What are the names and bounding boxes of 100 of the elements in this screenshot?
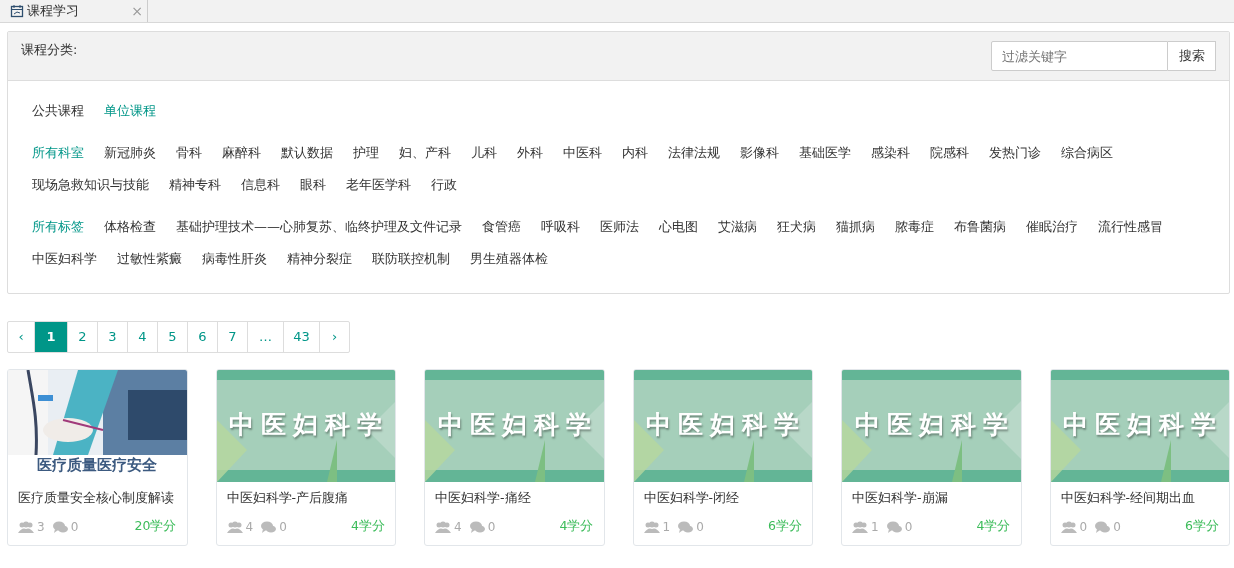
filter-link[interactable]: 儿科 xyxy=(471,137,497,169)
filter-link[interactable]: 现场急救知识与技能 xyxy=(32,169,149,201)
filter-link[interactable]: 呼吸科 xyxy=(541,211,580,243)
page-button[interactable]: 2 xyxy=(67,322,97,352)
users-icon xyxy=(226,520,243,533)
filter-link[interactable]: 麻醉科 xyxy=(222,137,261,169)
filter-link[interactable]: 食管癌 xyxy=(482,211,521,243)
filter-link[interactable]: 基础医学 xyxy=(799,137,851,169)
filter-link[interactable]: 脓毒症 xyxy=(895,211,934,243)
filter-link[interactable]: 狂犬病 xyxy=(777,211,816,243)
filter-link[interactable]: 精神分裂症 xyxy=(287,243,352,275)
filter-link[interactable]: 院感科 xyxy=(930,137,969,169)
filter-link[interactable]: 所有标签 xyxy=(32,211,84,243)
filter-link[interactable]: 联防联控机制 xyxy=(372,243,450,275)
filter-link[interactable]: 猫抓病 xyxy=(836,211,875,243)
page-button[interactable]: 4 xyxy=(127,322,157,352)
comments-icon xyxy=(469,520,485,533)
filter-link[interactable]: 病毒性肝炎 xyxy=(202,243,267,275)
page-button[interactable]: 5 xyxy=(157,322,187,352)
next-page-button[interactable]: › xyxy=(319,322,349,352)
page-button[interactable]: 1 xyxy=(34,322,67,352)
calendar-icon xyxy=(10,4,24,18)
search-button[interactable]: 搜索 xyxy=(1168,41,1216,71)
page-button[interactable]: 43 xyxy=(283,322,319,352)
users-icon xyxy=(852,520,868,533)
filter-link[interactable]: 基础护理技术——心肺复苏、临终护理及文件记录 xyxy=(176,211,462,243)
course-card[interactable]: 中医妇科学 中医妇科学-经间期出血 0 0 6学分 xyxy=(1049,369,1230,546)
comment-count: 0 xyxy=(904,519,913,534)
page-button[interactable]: … xyxy=(247,322,283,352)
course-card[interactable]: 中医妇科学 中医妇科学-闭经 1 0 6学分 xyxy=(632,369,813,546)
page-button[interactable]: 3 xyxy=(97,322,127,352)
course-credits: 6学分 xyxy=(1185,518,1219,535)
filter-link[interactable]: 男生殖器体检 xyxy=(470,243,548,275)
course-card[interactable]: 中医妇科学 中医妇科学-崩漏 1 0 4学分 xyxy=(841,369,1022,546)
comments-icon xyxy=(886,520,902,533)
users-icon xyxy=(1060,520,1077,533)
filter-link[interactable]: 老年医学科 xyxy=(346,169,411,201)
course-title: 中医妇科学-痛经 xyxy=(434,489,532,507)
page-button[interactable]: 7 xyxy=(217,322,247,352)
filter-link[interactable]: 外科 xyxy=(517,137,543,169)
filter-link[interactable]: 流行性感冒 xyxy=(1098,211,1163,243)
course-credits: 4学分 xyxy=(351,518,385,535)
users-icon xyxy=(18,520,34,533)
filter-link[interactable]: 信息科 xyxy=(241,169,280,201)
course-title: 中医妇科学-经间期出血 xyxy=(1059,489,1196,507)
course-card[interactable]: 中医妇科学 中医妇科学-产后腹痛 4 0 4学分 xyxy=(215,369,396,546)
comment-count: 0 xyxy=(70,519,79,534)
filter-link[interactable]: 所有科室 xyxy=(32,137,84,169)
filter-link[interactable]: 中医妇科学 xyxy=(32,243,97,275)
filter-link[interactable]: 眼科 xyxy=(300,169,326,201)
search-field[interactable]: 过滤关键字 xyxy=(991,41,1168,71)
comments-icon xyxy=(678,520,694,533)
learner-count: 1 xyxy=(871,519,879,534)
learner-count: 4 xyxy=(245,519,254,534)
page-button[interactable]: 6 xyxy=(187,322,217,352)
comments-icon xyxy=(1095,520,1111,533)
filter-link[interactable]: 中医科 xyxy=(563,137,602,169)
filter-link[interactable]: 单位课程 xyxy=(104,95,156,127)
course-title: 中医妇科学-崩漏 xyxy=(851,489,949,507)
comments-icon xyxy=(52,520,68,533)
filter-link[interactable]: 内科 xyxy=(622,137,648,169)
comment-count: 0 xyxy=(1113,519,1121,534)
filter-link[interactable]: 公共课程 xyxy=(32,95,84,127)
filter-link[interactable]: 精神专科 xyxy=(169,169,221,201)
filter-link[interactable]: 默认数据 xyxy=(281,137,333,169)
filter-link[interactable]: 催眠治疗 xyxy=(1026,211,1078,243)
filter-link[interactable]: 布鲁菌病 xyxy=(954,211,1006,243)
cover-caption: 医疗质量医疗安全 xyxy=(36,456,159,475)
comment-count: 0 xyxy=(279,519,287,534)
filter-link[interactable]: 医师法 xyxy=(600,211,639,243)
filter-link[interactable]: 新冠肺炎 xyxy=(104,137,156,169)
cover-caption: 中医妇科学 xyxy=(853,410,1015,440)
comment-count: 0 xyxy=(696,519,704,534)
users-icon xyxy=(435,520,451,533)
course-credits: 6学分 xyxy=(768,518,802,535)
filter-link[interactable]: 心电图 xyxy=(659,211,698,243)
course-title: 中医妇科学-闭经 xyxy=(642,489,740,507)
filter-link[interactable]: 法律法规 xyxy=(668,137,720,169)
filter-link[interactable]: 影像科 xyxy=(740,137,779,169)
filter-title: 课程分类: xyxy=(21,41,78,59)
course-title: 中医妇科学-产后腹痛 xyxy=(225,489,349,507)
cover-caption: 中医妇科学 xyxy=(645,410,807,440)
filter-link[interactable]: 妇、产科 xyxy=(399,137,451,169)
course-credits: 4学分 xyxy=(559,518,594,535)
filter-link[interactable]: 过敏性紫癜 xyxy=(117,243,182,275)
learner-count: 1 xyxy=(662,519,671,534)
filter-link[interactable]: 艾滋病 xyxy=(718,211,757,243)
filter-link[interactable]: 感染科 xyxy=(871,137,910,169)
filter-link[interactable]: 体格检查 xyxy=(104,211,156,243)
filter-link[interactable]: 骨科 xyxy=(176,137,202,169)
filter-link[interactable]: 发热门诊 xyxy=(989,137,1041,169)
course-card[interactable]: 医疗质量医疗安全 医疗质量安全核心制度解读 3 0 20学分 xyxy=(7,369,188,546)
previous-page-button[interactable]: ‹ xyxy=(8,322,34,352)
course-credits: 20学分 xyxy=(134,518,177,535)
cover-caption: 中医妇科学 xyxy=(228,410,390,440)
learner-count: 0 xyxy=(1079,519,1088,534)
filter-link[interactable]: 护理 xyxy=(353,137,379,169)
filter-link[interactable]: 行政 xyxy=(431,169,457,201)
course-card[interactable]: 中医妇科学 中医妇科学-痛经 4 0 4学分 xyxy=(424,369,605,546)
filter-link[interactable]: 综合病区 xyxy=(1061,137,1113,169)
